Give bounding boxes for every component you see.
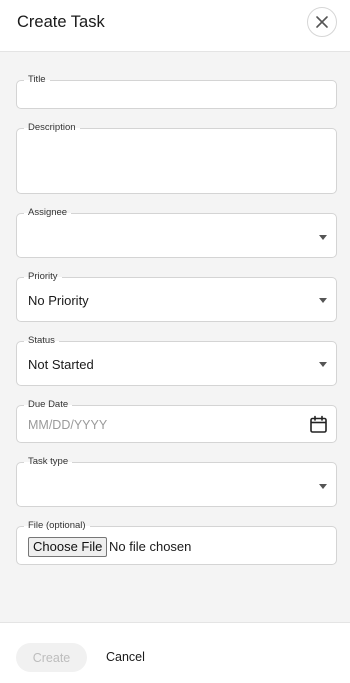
due-date-label: Due Date (24, 399, 73, 411)
form-body: Title Description Assignee Priority No P… (0, 52, 350, 622)
status-value: Not Started (28, 357, 94, 372)
calendar-icon[interactable] (309, 415, 328, 434)
status-label: Status (24, 335, 59, 347)
file-status-text: No file chosen (109, 539, 192, 554)
create-button[interactable]: Create (16, 643, 87, 672)
description-label: Description (24, 122, 80, 134)
chevron-down-icon (319, 235, 327, 240)
priority-select[interactable]: Priority No Priority (16, 271, 337, 322)
chevron-down-icon (319, 484, 327, 489)
task-type-select[interactable]: Task type (16, 456, 337, 507)
cancel-button[interactable]: Cancel (106, 650, 145, 664)
priority-label: Priority (24, 271, 62, 283)
choose-file-button[interactable]: Choose File (28, 537, 108, 557)
file-input-field: File (optional) Choose File No file chos… (16, 520, 337, 565)
chevron-down-icon (319, 298, 327, 303)
description-textarea[interactable]: Description (16, 122, 337, 194)
dialog-footer: Create Cancel (0, 622, 350, 683)
status-select[interactable]: Status Not Started (16, 335, 337, 386)
chevron-down-icon (319, 362, 327, 367)
close-button[interactable] (307, 7, 337, 37)
assignee-select[interactable]: Assignee (16, 207, 337, 258)
due-date-placeholder: MM/DD/YYYY (28, 418, 108, 432)
dialog-header: Create Task (0, 0, 350, 52)
title-input[interactable]: Title (16, 74, 337, 109)
dialog-title: Create Task (17, 13, 105, 31)
task-type-label: Task type (24, 456, 73, 468)
file-label: File (optional) (24, 520, 90, 532)
close-icon (316, 16, 328, 28)
title-label: Title (24, 74, 50, 86)
assignee-label: Assignee (24, 207, 72, 219)
due-date-input[interactable]: Due Date MM/DD/YYYY (16, 399, 337, 443)
priority-value: No Priority (28, 293, 89, 308)
